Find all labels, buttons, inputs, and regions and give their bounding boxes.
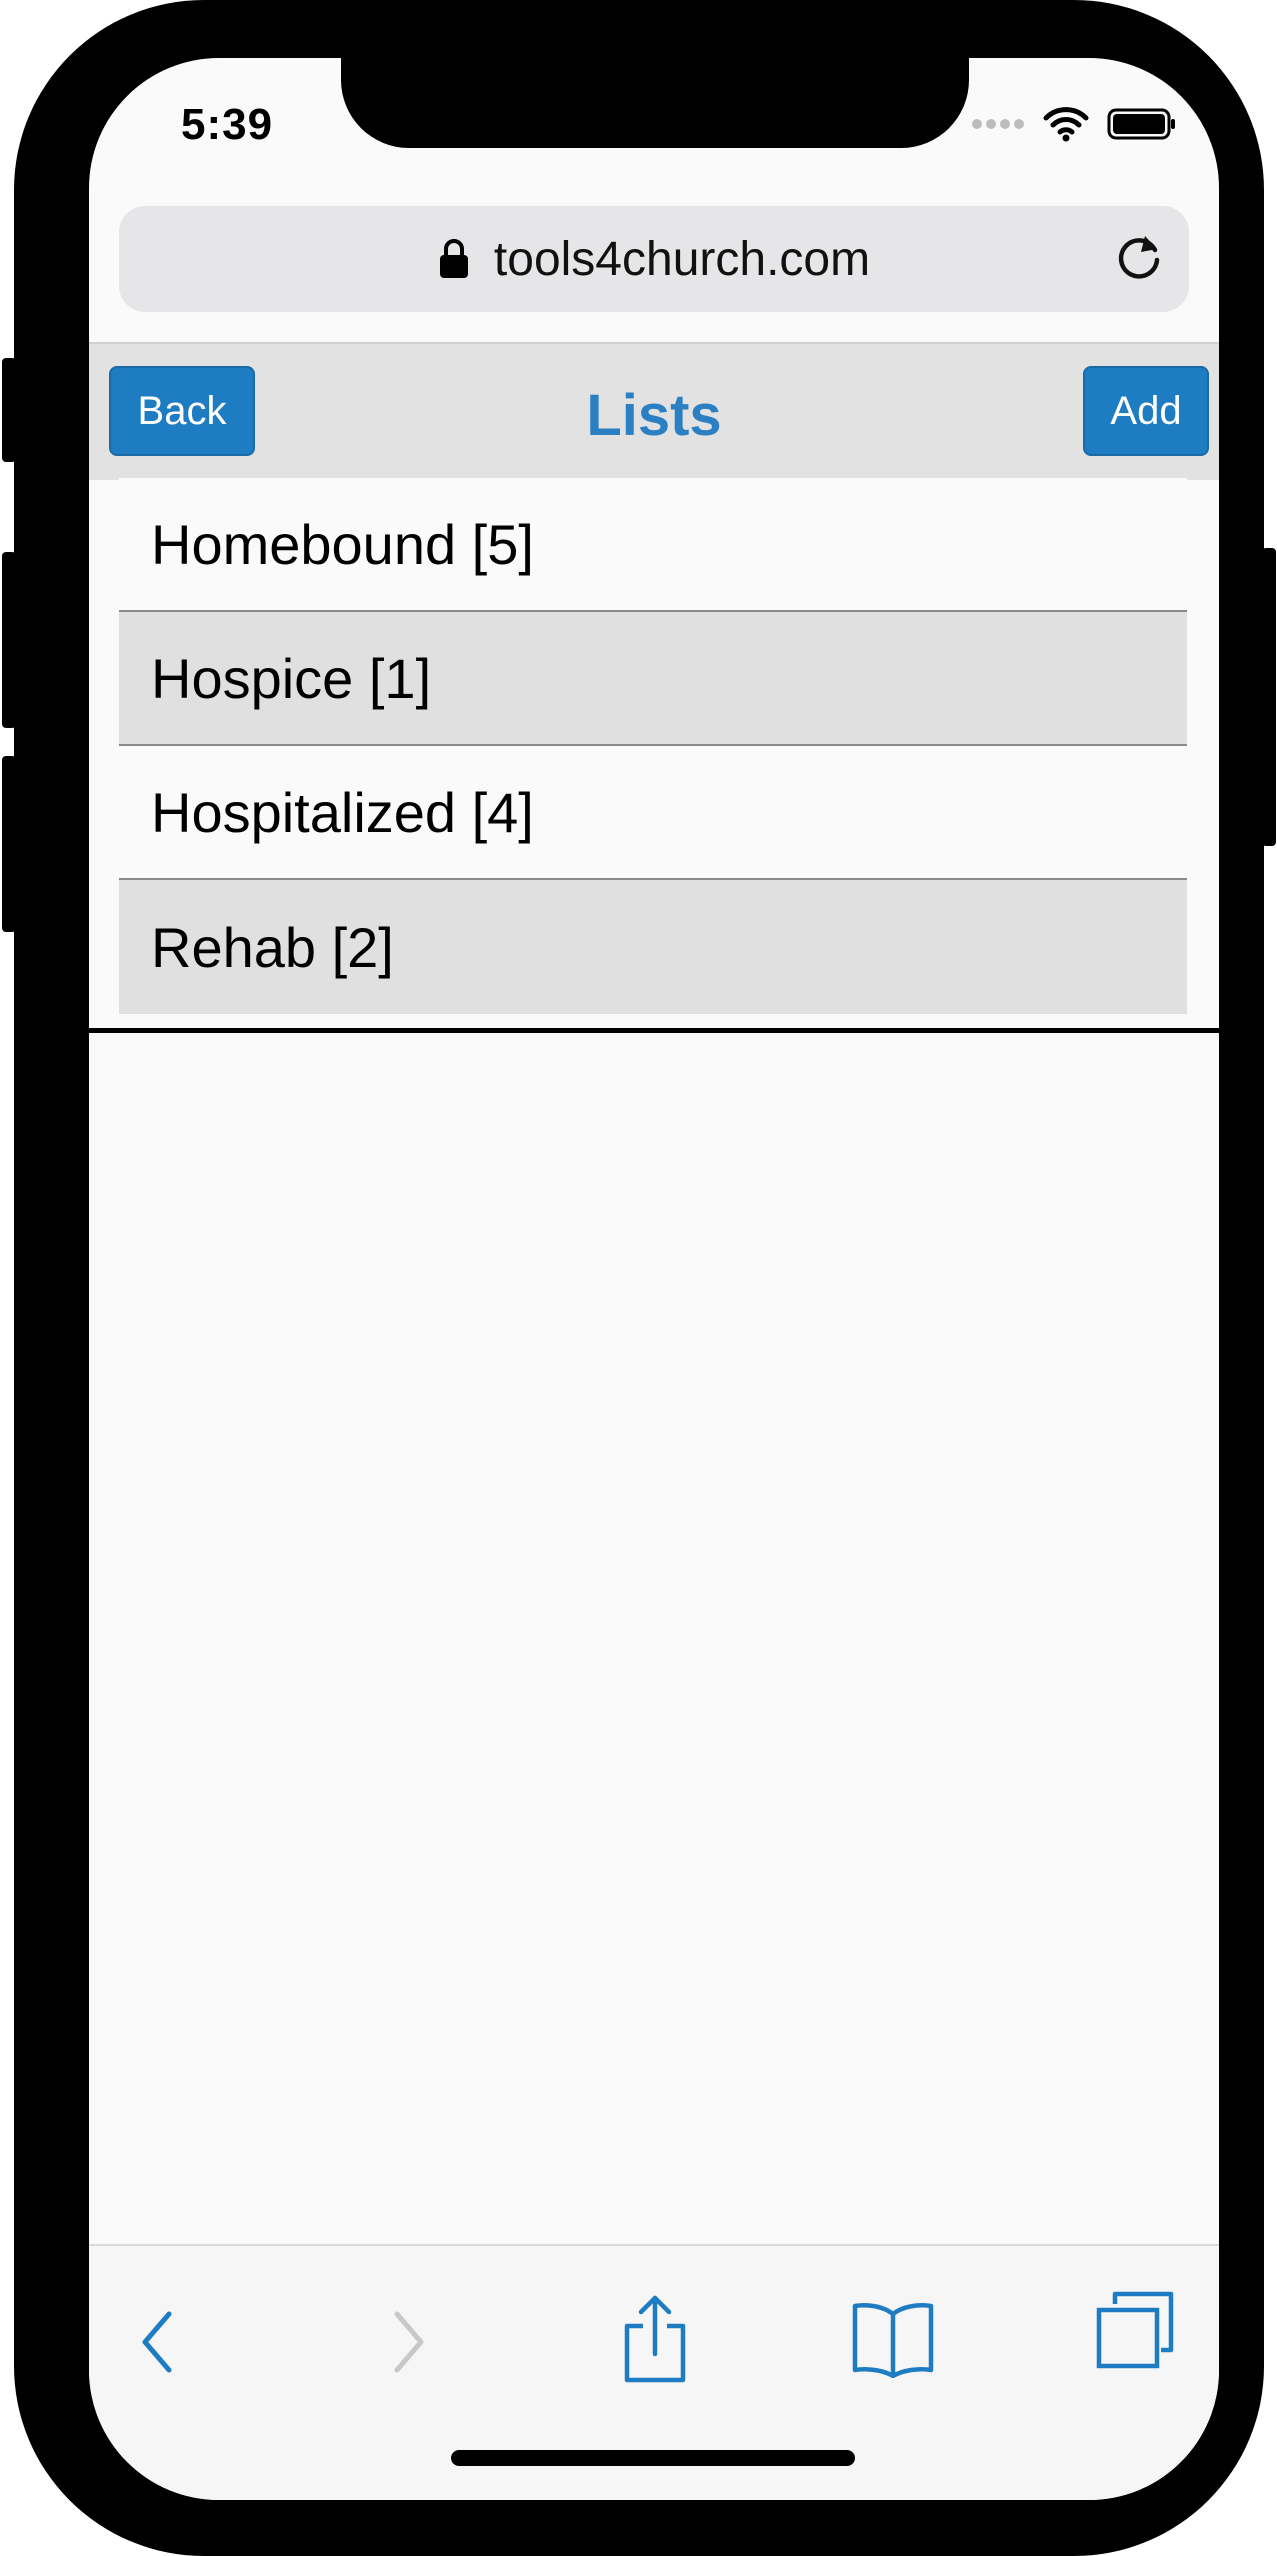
wifi-icon [1043, 107, 1089, 142]
home-indicator[interactable] [451, 2450, 855, 2466]
phone-frame: 5:39 tools4church.com Back Lists Add Hom… [2, 0, 1276, 2556]
lock-icon [439, 239, 468, 278]
screen: 5:39 tools4church.com Back Lists Add Hom… [89, 58, 1219, 2500]
list-item[interactable]: Homebound [5] [119, 478, 1187, 612]
url-bar[interactable]: tools4church.com [119, 206, 1189, 312]
share-icon[interactable] [619, 2292, 691, 2384]
list-item[interactable]: Hospitalized [4] [119, 746, 1187, 880]
cellular-dots-icon [972, 119, 1024, 129]
status-time: 5:39 [181, 100, 274, 149]
bookmarks-icon[interactable] [851, 2298, 935, 2378]
page-title: Lists [586, 383, 722, 448]
forward-chevron-icon[interactable] [379, 2304, 435, 2380]
reload-icon[interactable] [1111, 230, 1167, 286]
lists-list: Homebound [5] Hospice [1] Hospitalized [… [119, 478, 1187, 1014]
url-text: tools4church.com [493, 232, 871, 286]
url-content: tools4church.com [119, 206, 1189, 312]
battery-icon [1107, 108, 1175, 140]
power-button [1262, 548, 1276, 846]
list-item[interactable]: Hospice [1] [119, 612, 1187, 746]
volume-up-button [2, 552, 16, 728]
page-header: Back Lists Add [89, 342, 1219, 480]
status-icons [971, 106, 1177, 142]
add-button[interactable]: Add [1083, 366, 1209, 456]
volume-down-button [2, 756, 16, 932]
mute-switch [2, 358, 16, 462]
list-divider [89, 1028, 1219, 1033]
back-chevron-icon[interactable] [131, 2304, 187, 2380]
list-item[interactable]: Rehab [2] [119, 880, 1187, 1014]
tabs-icon[interactable] [1095, 2290, 1175, 2370]
notch [341, 58, 969, 148]
